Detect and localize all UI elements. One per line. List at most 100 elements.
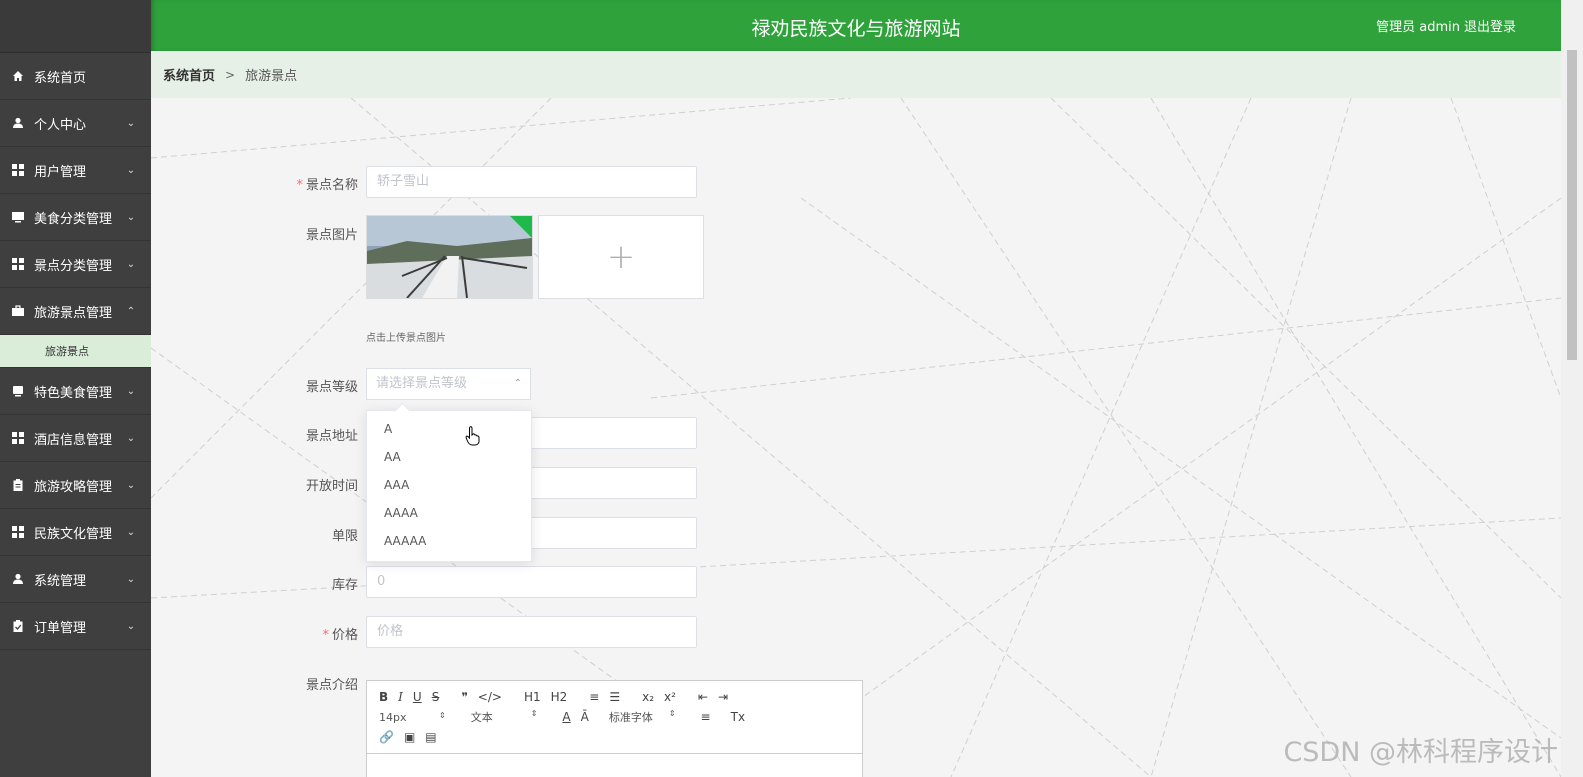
label-spot-name: * 景点名称 — [238, 174, 358, 193]
ordered-list-button[interactable]: ≡ — [589, 690, 599, 704]
chevron-up-icon: ⌃ — [126, 305, 136, 317]
chevron-down-icon: ⌄ — [126, 573, 136, 585]
sidebar-item-label: 酒店信息管理 — [34, 432, 113, 448]
sidebar-item-orders[interactable]: 订单管理 ⌄ — [0, 603, 151, 650]
text-style-value: 文本 — [470, 711, 493, 724]
dropdown-option[interactable]: AAA — [367, 471, 531, 499]
breadcrumb-home[interactable]: 系统首页 — [163, 65, 215, 84]
page-scrollbar[interactable] — [1561, 0, 1583, 777]
scrollbar-thumb[interactable] — [1567, 50, 1577, 360]
background-pattern — [151, 98, 1561, 777]
bullet-list-button[interactable]: ☰ — [609, 690, 620, 704]
strike-button[interactable]: S — [432, 690, 440, 704]
chevron-down-icon: ⌄ — [126, 479, 136, 491]
align-button[interactable]: ≡ — [701, 710, 711, 724]
sidebar-item-spot-category[interactable]: 景点分类管理 ⌄ — [0, 241, 151, 288]
label-stock: 库存 — [331, 578, 358, 593]
code-button[interactable]: </> — [478, 690, 502, 704]
sidebar-item-food[interactable]: 特色美食管理 ⌄ — [0, 368, 151, 415]
h2-button[interactable]: H2 — [551, 690, 568, 704]
spot-name-input[interactable]: 轿子雪山 — [366, 166, 697, 198]
chevron-up-icon: ⌃ — [513, 378, 522, 389]
label-spot-level: 景点等级 — [305, 380, 358, 395]
sidebar: 系统首页 个人中心 ⌄ 用户管理 ⌄ 美食分类管理 ⌄ 景点分类管理 ⌄ 旅游景… — [0, 0, 151, 777]
text-style-select[interactable]: 文本 ⇕ — [471, 709, 538, 725]
main-content: * 景点名称 轿子雪山 景点图片 + 点击上传景点图片 景点等级 请选择景点等级 … — [151, 98, 1561, 777]
required-mark: * — [296, 178, 303, 193]
required-mark: * — [322, 628, 329, 643]
outdent-button[interactable]: ⇤ — [698, 690, 708, 704]
sidebar-item-guide[interactable]: 旅游攻略管理 ⌄ — [0, 462, 151, 509]
superscript-button[interactable]: x² — [664, 690, 676, 704]
user-icon — [12, 117, 24, 129]
font-family-value: 标准字体 — [608, 711, 653, 724]
sidebar-item-food-category[interactable]: 美食分类管理 ⌄ — [0, 194, 151, 241]
uploaded-image-thumbnail[interactable] — [366, 215, 533, 299]
sidebar-subitem-spots[interactable]: 旅游景点 — [0, 335, 151, 368]
font-size-select[interactable]: 14px ⇕ — [379, 711, 446, 724]
rich-text-editor[interactable]: B I U S ❞ </> H1 H2 ≡ ☰ x₂ x² ⇤ ⇥ 14px ⇕ … — [366, 680, 863, 777]
dropdown-option[interactable]: AA — [367, 443, 531, 471]
dropdown-option[interactable]: A — [367, 415, 531, 443]
font-family-select[interactable]: 标准字体 ⇕ — [609, 709, 676, 725]
grid-icon — [12, 432, 24, 444]
label-price: * 价格 — [238, 624, 358, 643]
sidebar-item-label: 民族文化管理 — [34, 526, 113, 542]
label-text: 景点名称 — [305, 178, 358, 193]
select-arrows-icon: ⇕ — [439, 710, 446, 720]
label-spot-address: 景点地址 — [305, 429, 358, 444]
sidebar-item-users[interactable]: 用户管理 ⌄ — [0, 147, 151, 194]
sidebar-item-label: 系统管理 — [34, 573, 87, 589]
subscript-button[interactable]: x₂ — [642, 690, 654, 704]
briefcase-icon — [12, 305, 24, 317]
sidebar-item-system[interactable]: 系统管理 ⌄ — [0, 556, 151, 603]
dropdown-option[interactable]: AAAA — [367, 499, 531, 527]
grid-icon — [12, 164, 24, 176]
spot-level-select[interactable]: 请选择景点等级 ⌃ — [366, 368, 531, 400]
label-spot-image: 景点图片 — [305, 228, 358, 243]
clipboard-check-icon — [12, 620, 24, 632]
bold-button[interactable]: B — [379, 690, 388, 704]
select-arrows-icon: ⇕ — [530, 709, 538, 718]
h1-button[interactable]: H1 — [524, 690, 541, 704]
upload-add-button[interactable]: + — [538, 215, 704, 299]
stock-input[interactable]: 0 — [366, 566, 697, 598]
chevron-down-icon: ⌄ — [126, 620, 136, 632]
clear-format-button[interactable]: Tx — [731, 710, 745, 724]
background-color-button[interactable]: Ā — [581, 710, 589, 724]
underline-button[interactable]: U — [413, 690, 422, 704]
sidebar-item-home[interactable]: 系统首页 — [0, 53, 151, 100]
home-icon — [12, 70, 24, 82]
link-icon[interactable]: 🔗 — [379, 730, 394, 744]
dropdown-option[interactable]: AAAAA — [367, 527, 531, 555]
font-color-button[interactable]: A — [562, 710, 570, 724]
chevron-down-icon: ⌄ — [126, 164, 136, 176]
logout-link[interactable]: 退出登录 — [1464, 16, 1516, 35]
sidebar-item-label: 订单管理 — [34, 620, 87, 636]
label-intro: 景点介绍 — [305, 678, 358, 693]
sidebar-subitem-label: 旅游景点 — [45, 345, 89, 358]
sidebar-item-label: 系统首页 — [34, 70, 87, 86]
sidebar-item-spots[interactable]: 旅游景点管理 ⌃ — [0, 288, 151, 335]
editor-divider — [367, 753, 862, 754]
chevron-down-icon: ⌄ — [126, 117, 136, 129]
site-title: 禄劝民族文化与旅游网站 — [751, 18, 961, 40]
sidebar-item-profile[interactable]: 个人中心 ⌄ — [0, 100, 151, 147]
monitor-icon — [12, 211, 24, 223]
spot-level-dropdown: A AA AAA AAAA AAAAA — [366, 402, 532, 562]
font-size-value: 14px — [379, 710, 407, 724]
chevron-down-icon: ⌄ — [126, 432, 136, 444]
sidebar-item-label: 用户管理 — [34, 164, 87, 180]
editor-toolbar-row-1: B I U S ❞ </> H1 H2 ≡ ☰ x₂ x² ⇤ ⇥ — [367, 687, 862, 707]
italic-button[interactable]: I — [398, 690, 403, 704]
sidebar-item-label: 特色美食管理 — [34, 385, 113, 401]
sidebar-item-culture[interactable]: 民族文化管理 ⌄ — [0, 509, 151, 556]
image-icon[interactable]: ▣ — [404, 730, 415, 744]
indent-button[interactable]: ⇥ — [718, 690, 728, 704]
sidebar-item-hotel[interactable]: 酒店信息管理 ⌄ — [0, 415, 151, 462]
video-icon[interactable]: ▤ — [425, 730, 436, 744]
select-placeholder: 请选择景点等级 — [376, 376, 468, 391]
blockquote-button[interactable]: ❞ — [461, 690, 467, 704]
price-input[interactable]: 价格 — [366, 616, 697, 648]
clipboard-icon — [12, 479, 24, 491]
